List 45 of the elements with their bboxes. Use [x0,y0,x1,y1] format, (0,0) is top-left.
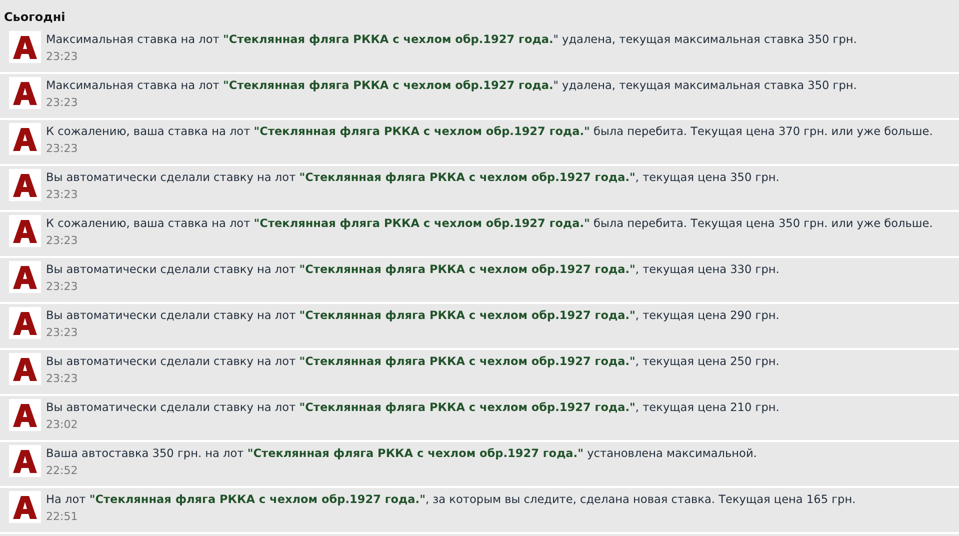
notification-text: Максимальная ставка на лот "Стеклянная фляга РККА с чехлом обр.1927 года." удалена, текущая максимальная ставка 350 грн. [46,32,857,48]
lot-link[interactable]: "Стеклянная фляга РККА с чехлом обр.1927 года." [89,493,426,506]
timestamp: 22:51 [46,509,79,525]
avatar-icon [9,307,41,339]
timestamp: 23:23 [46,95,79,111]
lot-link[interactable]: "Стеклянная фляга РККА с чехлом обр.1927 года." [247,447,584,460]
timestamp: 23:23 [46,187,79,203]
notification-text: Максимальная ставка на лот "Стеклянная фляга РККА с чехлом обр.1927 года." удалена, текущая максимальная ставка 350 грн. [46,78,857,94]
section-heading: Сьогодні [4,10,66,24]
lot-link[interactable]: "Стеклянная фляга РККА с чехлом обр.1927 года. [222,79,554,92]
avatar-icon [9,261,41,293]
avatar-icon [9,215,41,247]
avatar-icon [9,353,41,385]
notification-text: Вы автоматически сделали ставку на лот "Стеклянная фляга РККА с чехлом обр.1927 года.", текущая цена 250 грн. [46,354,780,370]
lot-link[interactable]: "Стеклянная фляга РККА с чехлом обр.1927 года." [254,125,590,138]
notification-text: Вы автоматически сделали ставку на лот "Стеклянная фляга РККА с чехлом обр.1927 года.", текущая цена 330 грн. [46,262,780,278]
timestamp: 23:23 [46,325,79,341]
avatar-icon [9,169,41,201]
timestamp: 23:23 [46,371,79,387]
timestamp: 23:23 [46,49,79,65]
avatar-icon [9,31,41,63]
avatar-icon [9,491,41,523]
timestamp: 23:23 [46,279,79,295]
notification-text: Вы автоматически сделали ставку на лот "Стеклянная фляга РККА с чехлом обр.1927 года.", текущая цена 350 грн. [46,170,780,186]
lot-link[interactable]: "Стеклянная фляга РККА с чехлом обр.1927 года." [299,401,636,414]
lot-link[interactable]: "Стеклянная фляга РККА с чехлом обр.1927 года. [222,33,554,46]
notification-text: Вы автоматически сделали ставку на лот "Стеклянная фляга РККА с чехлом обр.1927 года.", текущая цена 210 грн. [46,400,780,416]
lot-link[interactable]: "Стеклянная фляга РККА с чехлом обр.1927 года." [299,263,636,276]
lot-link[interactable]: "Стеклянная фляга РККА с чехлом обр.1927 года." [299,355,636,368]
lot-link[interactable]: "Стеклянная фляга РККА с чехлом обр.1927 года." [299,309,636,322]
avatar-icon [9,445,41,477]
lot-link[interactable]: "Стеклянная фляга РККА с чехлом обр.1927 года." [299,171,636,184]
notification-text: Вы автоматически сделали ставку на лот "Стеклянная фляга РККА с чехлом обр.1927 года.", текущая цена 290 грн. [46,308,780,324]
notification-text: На лот "Стеклянная фляга РККА с чехлом обр.1927 года.", за которым вы следите, сделана новая ставка. Текущая цена 165 грн. [46,492,856,508]
avatar-icon [9,123,41,155]
timestamp: 22:52 [46,463,79,479]
notification-text: Ваша автоставка 350 грн. на лот "Стеклянная фляга РККА с чехлом обр.1927 года." установлена максимальной. [46,446,757,462]
timestamp: 23:23 [46,233,79,249]
timestamp: 23:23 [46,141,79,157]
notification-text: К сожалению, ваша ставка на лот "Стеклянная фляга РККА с чехлом обр.1927 года." была перебита. Текущая цена 350 грн. или уже больше. [46,216,933,232]
lot-link[interactable]: "Стеклянная фляга РККА с чехлом обр.1927 года." [254,217,590,230]
avatar-icon [9,77,41,109]
notification-text: К сожалению, ваша ставка на лот "Стеклянная фляга РККА с чехлом обр.1927 года." была перебита. Текущая цена 370 грн. или уже больше. [46,124,933,140]
avatar-icon [9,399,41,431]
timestamp: 23:02 [46,417,79,433]
